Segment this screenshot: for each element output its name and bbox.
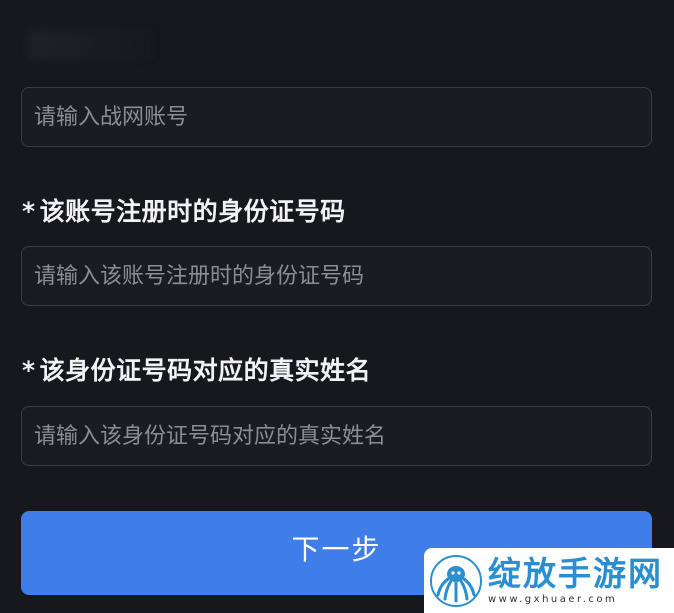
account-input[interactable] bbox=[34, 104, 639, 130]
blurred-header bbox=[28, 30, 158, 60]
real-name-label-text: 该身份证号码对应的真实姓名 bbox=[39, 356, 372, 385]
id-number-label-text: 该账号注册时的身份证号码 bbox=[39, 197, 346, 226]
next-step-label: 下一步 bbox=[291, 533, 382, 566]
account-field[interactable] bbox=[21, 87, 652, 147]
real-name-label: * 该身份证号码对应的真实姓名 bbox=[22, 351, 371, 387]
id-number-label: * 该账号注册时的身份证号码 bbox=[22, 192, 346, 228]
required-mark: * bbox=[22, 356, 36, 385]
required-mark: * bbox=[22, 197, 36, 226]
real-name-input[interactable] bbox=[34, 423, 639, 449]
watermark-url: www.gxhuaer.com bbox=[488, 593, 618, 605]
id-number-input[interactable] bbox=[34, 263, 639, 289]
bind-account-page: *该账号注册时的身份证号码 *该身份证号码对应的真实姓名 下一步 绽放手游网 w… bbox=[0, 0, 674, 613]
site-watermark: 绽放手游网 www.gxhuaer.com bbox=[424, 548, 674, 613]
watermark-name: 绽放手游网 bbox=[488, 553, 663, 593]
id-number-field[interactable] bbox=[21, 246, 652, 306]
real-name-field[interactable] bbox=[21, 406, 652, 466]
octopus-logo-icon bbox=[430, 554, 482, 607]
